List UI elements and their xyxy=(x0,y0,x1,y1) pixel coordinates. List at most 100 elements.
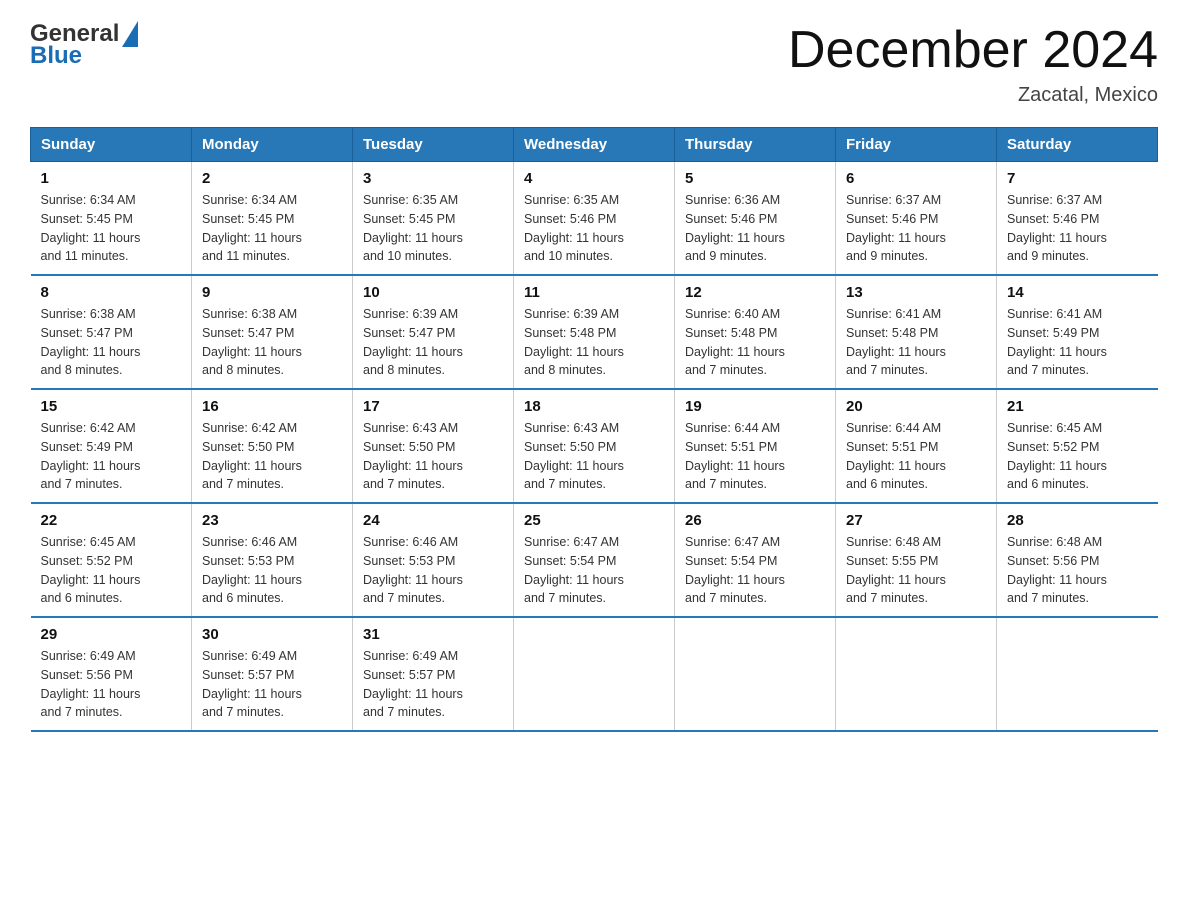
day-info: Sunrise: 6:48 AMSunset: 5:55 PMDaylight:… xyxy=(846,533,986,608)
calendar-cell: 15 Sunrise: 6:42 AMSunset: 5:49 PMDaylig… xyxy=(31,389,192,503)
calendar-cell: 5 Sunrise: 6:36 AMSunset: 5:46 PMDayligh… xyxy=(675,162,836,276)
logo-area: General Blue xyxy=(30,20,138,70)
day-info: Sunrise: 6:46 AMSunset: 5:53 PMDaylight:… xyxy=(202,533,342,608)
day-number: 9 xyxy=(202,284,342,301)
calendar-container: SundayMondayTuesdayWednesdayThursdayFrid… xyxy=(30,127,1158,732)
calendar-cell: 11 Sunrise: 6:39 AMSunset: 5:48 PMDaylig… xyxy=(514,275,675,389)
day-info: Sunrise: 6:45 AMSunset: 5:52 PMDaylight:… xyxy=(41,533,182,608)
calendar-cell: 9 Sunrise: 6:38 AMSunset: 5:47 PMDayligh… xyxy=(192,275,353,389)
day-info: Sunrise: 6:34 AMSunset: 5:45 PMDaylight:… xyxy=(202,191,342,266)
day-number: 27 xyxy=(846,512,986,529)
day-number: 30 xyxy=(202,626,342,643)
calendar-cell xyxy=(514,617,675,731)
day-number: 1 xyxy=(41,170,182,187)
day-number: 23 xyxy=(202,512,342,529)
day-info: Sunrise: 6:39 AMSunset: 5:48 PMDaylight:… xyxy=(524,305,664,380)
day-info: Sunrise: 6:46 AMSunset: 5:53 PMDaylight:… xyxy=(363,533,503,608)
calendar-cell: 1 Sunrise: 6:34 AMSunset: 5:45 PMDayligh… xyxy=(31,162,192,276)
day-number: 11 xyxy=(524,284,664,301)
day-info: Sunrise: 6:43 AMSunset: 5:50 PMDaylight:… xyxy=(363,419,503,494)
day-info: Sunrise: 6:37 AMSunset: 5:46 PMDaylight:… xyxy=(846,191,986,266)
header-cell-monday: Monday xyxy=(192,128,353,162)
calendar-cell: 21 Sunrise: 6:45 AMSunset: 5:52 PMDaylig… xyxy=(997,389,1158,503)
day-info: Sunrise: 6:43 AMSunset: 5:50 PMDaylight:… xyxy=(524,419,664,494)
week-row-2: 8 Sunrise: 6:38 AMSunset: 5:47 PMDayligh… xyxy=(31,275,1158,389)
day-number: 22 xyxy=(41,512,182,529)
day-info: Sunrise: 6:49 AMSunset: 5:56 PMDaylight:… xyxy=(41,647,182,722)
day-info: Sunrise: 6:44 AMSunset: 5:51 PMDaylight:… xyxy=(846,419,986,494)
calendar-cell: 18 Sunrise: 6:43 AMSunset: 5:50 PMDaylig… xyxy=(514,389,675,503)
day-info: Sunrise: 6:49 AMSunset: 5:57 PMDaylight:… xyxy=(202,647,342,722)
day-info: Sunrise: 6:44 AMSunset: 5:51 PMDaylight:… xyxy=(685,419,825,494)
day-info: Sunrise: 6:42 AMSunset: 5:49 PMDaylight:… xyxy=(41,419,182,494)
day-number: 29 xyxy=(41,626,182,643)
day-info: Sunrise: 6:34 AMSunset: 5:45 PMDaylight:… xyxy=(41,191,182,266)
calendar-cell: 2 Sunrise: 6:34 AMSunset: 5:45 PMDayligh… xyxy=(192,162,353,276)
calendar-cell: 7 Sunrise: 6:37 AMSunset: 5:46 PMDayligh… xyxy=(997,162,1158,276)
day-number: 21 xyxy=(1007,398,1148,415)
header-cell-saturday: Saturday xyxy=(997,128,1158,162)
calendar-cell xyxy=(836,617,997,731)
calendar-cell: 27 Sunrise: 6:48 AMSunset: 5:55 PMDaylig… xyxy=(836,503,997,617)
day-number: 28 xyxy=(1007,512,1148,529)
calendar-cell: 24 Sunrise: 6:46 AMSunset: 5:53 PMDaylig… xyxy=(353,503,514,617)
top-header-row: General Blue December 2024 Zacatal, Mexi… xyxy=(30,20,1158,107)
day-number: 13 xyxy=(846,284,986,301)
day-info: Sunrise: 6:47 AMSunset: 5:54 PMDaylight:… xyxy=(685,533,825,608)
day-number: 7 xyxy=(1007,170,1148,187)
calendar-cell: 14 Sunrise: 6:41 AMSunset: 5:49 PMDaylig… xyxy=(997,275,1158,389)
calendar-cell: 12 Sunrise: 6:40 AMSunset: 5:48 PMDaylig… xyxy=(675,275,836,389)
calendar-cell: 4 Sunrise: 6:35 AMSunset: 5:46 PMDayligh… xyxy=(514,162,675,276)
day-info: Sunrise: 6:41 AMSunset: 5:48 PMDaylight:… xyxy=(846,305,986,380)
day-number: 10 xyxy=(363,284,503,301)
calendar-cell: 31 Sunrise: 6:49 AMSunset: 5:57 PMDaylig… xyxy=(353,617,514,731)
week-row-1: 1 Sunrise: 6:34 AMSunset: 5:45 PMDayligh… xyxy=(31,162,1158,276)
calendar-cell: 28 Sunrise: 6:48 AMSunset: 5:56 PMDaylig… xyxy=(997,503,1158,617)
calendar-cell: 6 Sunrise: 6:37 AMSunset: 5:46 PMDayligh… xyxy=(836,162,997,276)
day-number: 8 xyxy=(41,284,182,301)
header-row: SundayMondayTuesdayWednesdayThursdayFrid… xyxy=(31,128,1158,162)
day-info: Sunrise: 6:37 AMSunset: 5:46 PMDaylight:… xyxy=(1007,191,1148,266)
calendar-header: SundayMondayTuesdayWednesdayThursdayFrid… xyxy=(31,128,1158,162)
location-display: Zacatal, Mexico xyxy=(788,84,1158,107)
day-number: 15 xyxy=(41,398,182,415)
day-info: Sunrise: 6:35 AMSunset: 5:46 PMDaylight:… xyxy=(524,191,664,266)
calendar-cell: 29 Sunrise: 6:49 AMSunset: 5:56 PMDaylig… xyxy=(31,617,192,731)
day-number: 20 xyxy=(846,398,986,415)
week-row-4: 22 Sunrise: 6:45 AMSunset: 5:52 PMDaylig… xyxy=(31,503,1158,617)
month-year-display: December 2024 xyxy=(788,20,1158,80)
calendar-cell: 26 Sunrise: 6:47 AMSunset: 5:54 PMDaylig… xyxy=(675,503,836,617)
day-number: 14 xyxy=(1007,284,1148,301)
day-number: 4 xyxy=(524,170,664,187)
week-row-3: 15 Sunrise: 6:42 AMSunset: 5:49 PMDaylig… xyxy=(31,389,1158,503)
calendar-cell: 16 Sunrise: 6:42 AMSunset: 5:50 PMDaylig… xyxy=(192,389,353,503)
calendar-table: SundayMondayTuesdayWednesdayThursdayFrid… xyxy=(30,127,1158,732)
day-info: Sunrise: 6:48 AMSunset: 5:56 PMDaylight:… xyxy=(1007,533,1148,608)
day-number: 24 xyxy=(363,512,503,529)
calendar-cell: 3 Sunrise: 6:35 AMSunset: 5:45 PMDayligh… xyxy=(353,162,514,276)
day-number: 26 xyxy=(685,512,825,529)
calendar-cell xyxy=(997,617,1158,731)
day-info: Sunrise: 6:40 AMSunset: 5:48 PMDaylight:… xyxy=(685,305,825,380)
day-info: Sunrise: 6:36 AMSunset: 5:46 PMDaylight:… xyxy=(685,191,825,266)
calendar-cell: 23 Sunrise: 6:46 AMSunset: 5:53 PMDaylig… xyxy=(192,503,353,617)
day-info: Sunrise: 6:49 AMSunset: 5:57 PMDaylight:… xyxy=(363,647,503,722)
calendar-cell: 13 Sunrise: 6:41 AMSunset: 5:48 PMDaylig… xyxy=(836,275,997,389)
day-info: Sunrise: 6:47 AMSunset: 5:54 PMDaylight:… xyxy=(524,533,664,608)
header-cell-wednesday: Wednesday xyxy=(514,128,675,162)
day-info: Sunrise: 6:39 AMSunset: 5:47 PMDaylight:… xyxy=(363,305,503,380)
calendar-body: 1 Sunrise: 6:34 AMSunset: 5:45 PMDayligh… xyxy=(31,162,1158,732)
header-cell-thursday: Thursday xyxy=(675,128,836,162)
day-number: 16 xyxy=(202,398,342,415)
day-number: 19 xyxy=(685,398,825,415)
calendar-cell: 17 Sunrise: 6:43 AMSunset: 5:50 PMDaylig… xyxy=(353,389,514,503)
day-info: Sunrise: 6:45 AMSunset: 5:52 PMDaylight:… xyxy=(1007,419,1148,494)
calendar-cell xyxy=(675,617,836,731)
calendar-cell: 19 Sunrise: 6:44 AMSunset: 5:51 PMDaylig… xyxy=(675,389,836,503)
day-info: Sunrise: 6:38 AMSunset: 5:47 PMDaylight:… xyxy=(202,305,342,380)
calendar-cell: 30 Sunrise: 6:49 AMSunset: 5:57 PMDaylig… xyxy=(192,617,353,731)
calendar-cell: 8 Sunrise: 6:38 AMSunset: 5:47 PMDayligh… xyxy=(31,275,192,389)
day-number: 25 xyxy=(524,512,664,529)
title-block: December 2024 Zacatal, Mexico xyxy=(788,20,1158,107)
day-number: 5 xyxy=(685,170,825,187)
